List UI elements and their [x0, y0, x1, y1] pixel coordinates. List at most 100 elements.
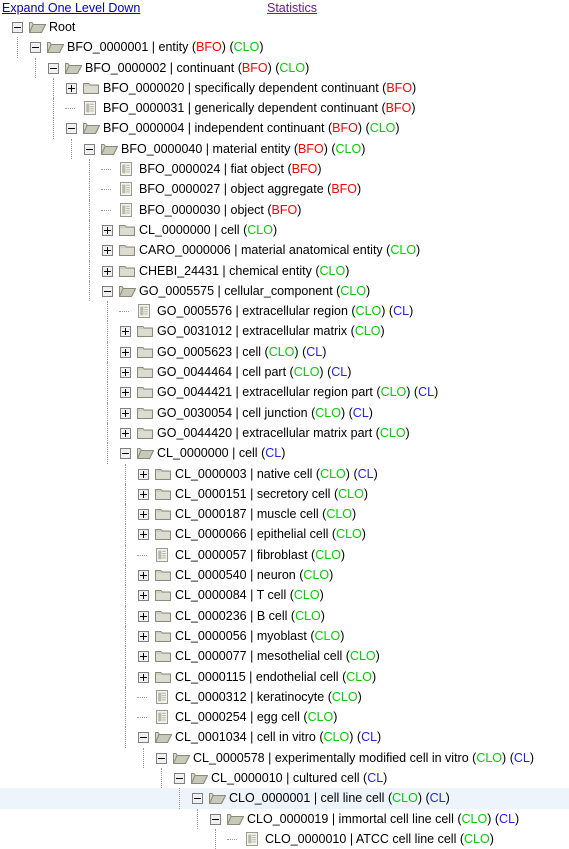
tree-row[interactable]: CL_0000312 | keratinocyte (CLO) [0, 686, 569, 708]
tree-row[interactable]: BFO_0000031 | generically dependent cont… [0, 98, 569, 119]
tree-row[interactable]: CL_0000077 | mesothelial cell (CLO) [0, 646, 569, 667]
tree-row[interactable]: CL_0000057 | fibroblast (CLO) [0, 544, 569, 566]
tree-node-label[interactable]: CL_0001034 | cell in vitro (CLO) (CL) [175, 727, 381, 747]
tree-row[interactable]: CL_0000000 | cell (CLO) [0, 219, 569, 241]
collapse-node-button[interactable] [84, 143, 95, 155]
tree-row[interactable]: CL_0001034 | cell in vitro (CLO) (CL) [0, 727, 569, 748]
tree-row[interactable]: GO_0044464 | cell part (CLO) (CL) [0, 362, 569, 383]
tree-row[interactable]: CHEBI_24431 | chemical entity (CLO) [0, 260, 569, 281]
collapse-node-button[interactable] [120, 448, 131, 460]
tree-node-label[interactable]: CL_0000540 | neuron (CLO) [175, 565, 333, 585]
tree-row[interactable]: CL_0000066 | epithelial cell (CLO) [0, 524, 569, 545]
expand-node-button[interactable] [138, 590, 149, 602]
expand-node-button[interactable] [138, 488, 149, 500]
expand-node-button[interactable] [102, 245, 113, 257]
expand-node-button[interactable] [102, 265, 113, 277]
tree-row[interactable]: CL_0000187 | muscle cell (CLO) [0, 504, 569, 525]
tree-row[interactable]: CLO_0000019 | immortal cell line cell (C… [0, 808, 569, 829]
tree-row[interactable]: BFO_0000030 | object (BFO) [0, 199, 569, 220]
tree-node-label[interactable]: BFO_0000020 | specifically dependent con… [103, 78, 416, 98]
tree-row[interactable]: CL_0000056 | myoblast (CLO) [0, 625, 569, 647]
tree-row[interactable]: BFO_0000001 | entity (BFO) (CLO) [0, 37, 569, 58]
tree-row[interactable]: GO_0030054 | cell junction (CLO) (CL) [0, 402, 569, 423]
tree-node-label[interactable]: CL_0000056 | myoblast (CLO) [175, 626, 344, 646]
tree-row[interactable]: CL_0000254 | egg cell (CLO) [0, 707, 569, 728]
tree-node-label[interactable]: Root [49, 17, 75, 37]
tree-row[interactable]: GO_0005575 | cellular_component (CLO) [0, 280, 569, 302]
tree-row[interactable]: Root [0, 17, 569, 37]
expand-node-button[interactable] [102, 224, 113, 236]
tree-node-label[interactable]: BFO_0000002 | continuant (BFO) (CLO) [85, 58, 309, 78]
collapse-node-button[interactable] [30, 42, 41, 54]
tree-node-label[interactable]: GO_0005576 | extracellular region (CLO) … [157, 301, 413, 321]
expand-node-button[interactable] [120, 326, 131, 338]
tree-node-label[interactable]: CL_0000066 | epithelial cell (CLO) [175, 524, 366, 544]
tree-node-label[interactable]: CLO_0000001 | cell line cell (CLO) (CL) [229, 788, 450, 808]
tree-node-label[interactable]: GO_0005575 | cellular_component (CLO) [139, 281, 370, 301]
tree-node-label[interactable]: CL_0000084 | T cell (CLO) [175, 585, 324, 605]
tree-node-label[interactable]: CL_0000000 | cell (CL) [157, 443, 285, 463]
tree-row[interactable]: CLO_0000001 | cell line cell (CLO) (CL) [0, 788, 569, 809]
tree-node-label[interactable]: CARO_0000006 | material anatomical entit… [139, 240, 420, 260]
tree-row[interactable]: CLO_0000010 | ATCC cell line cell (CLO) [0, 828, 569, 849]
tree-node-label[interactable]: GO_0044421 | extracellular region part (… [157, 382, 438, 402]
tree-node-label[interactable]: BFO_0000031 | generically dependent cont… [103, 98, 416, 118]
tree-node-label[interactable]: GO_0044464 | cell part (CLO) (CL) [157, 362, 351, 382]
tree-node-label[interactable]: CL_0000578 | experimentally modified cel… [193, 748, 534, 768]
tree-row[interactable]: GO_0005623 | cell (CLO) (CL) [0, 341, 569, 363]
tree-row[interactable]: BFO_0000002 | continuant (BFO) (CLO) [0, 57, 569, 78]
expand-node-button[interactable] [138, 509, 149, 521]
tree-node-label[interactable]: CLO_0000010 | ATCC cell line cell (CLO) [265, 829, 494, 849]
collapse-node-button[interactable] [156, 752, 167, 764]
tree-row[interactable]: CL_0000236 | B cell (CLO) [0, 605, 569, 626]
collapse-node-button[interactable] [12, 22, 23, 33]
collapse-node-button[interactable] [48, 62, 59, 74]
tree-row[interactable]: CL_0000010 | cultured cell (CL) [0, 767, 569, 789]
collapse-node-button[interactable] [138, 732, 149, 744]
tree-node-label[interactable]: CL_0000057 | fibroblast (CLO) [175, 545, 345, 565]
tree-row[interactable]: CL_0000540 | neuron (CLO) [0, 565, 569, 586]
expand-node-button[interactable] [138, 610, 149, 622]
expand-node-button[interactable] [66, 82, 77, 94]
tree-node-label[interactable]: BFO_0000040 | material entity (BFO) (CLO… [121, 139, 365, 159]
tree-node-label[interactable]: CL_0000003 | native cell (CLO) (CL) [175, 464, 378, 484]
statistics-link[interactable]: Statistics [267, 1, 317, 15]
expand-node-button[interactable] [120, 387, 131, 399]
collapse-node-button[interactable] [192, 793, 203, 805]
tree-row[interactable]: BFO_0000024 | fiat object (BFO) [0, 159, 569, 180]
tree-node-label[interactable]: CL_0000236 | B cell (CLO) [175, 606, 325, 626]
expand-one-level-down-link[interactable]: Expand One Level Down [2, 1, 140, 15]
tree-row[interactable]: GO_0005576 | extracellular region (CLO) … [0, 301, 569, 322]
tree-row[interactable]: BFO_0000040 | material entity (BFO) (CLO… [0, 138, 569, 160]
tree-node-label[interactable]: GO_0031012 | extracellular matrix (CLO) [157, 321, 385, 341]
expand-node-button[interactable] [138, 529, 149, 541]
tree-node-label[interactable]: BFO_0000024 | fiat object (BFO) [139, 159, 322, 179]
expand-node-button[interactable] [120, 407, 131, 419]
tree-node-label[interactable]: GO_0005623 | cell (CLO) (CL) [157, 342, 326, 362]
tree-node-label[interactable]: CL_0000187 | muscle cell (CLO) [175, 504, 356, 524]
tree-node-label[interactable]: CL_0000312 | keratinocyte (CLO) [175, 687, 362, 707]
tree-node-label[interactable]: CLO_0000019 | immortal cell line cell (C… [247, 809, 519, 829]
tree-row[interactable]: BFO_0000027 | object aggregate (BFO) [0, 179, 569, 200]
tree-node-label[interactable]: CL_0000151 | secretory cell (CLO) [175, 484, 368, 504]
collapse-node-button[interactable] [102, 285, 113, 297]
tree-node-label[interactable]: BFO_0000004 | independent continuant (BF… [103, 118, 400, 138]
expand-node-button[interactable] [138, 651, 149, 663]
tree-row[interactable]: BFO_0000020 | specifically dependent con… [0, 77, 569, 99]
tree-node-label[interactable]: CL_0000254 | egg cell (CLO) [175, 707, 337, 727]
expand-node-button[interactable] [120, 427, 131, 439]
tree-node-label[interactable]: CL_0000000 | cell (CLO) [139, 220, 277, 240]
tree-row[interactable]: CL_0000084 | T cell (CLO) [0, 585, 569, 606]
collapse-node-button[interactable] [210, 813, 221, 825]
expand-node-button[interactable] [138, 630, 149, 642]
tree-node-label[interactable]: CHEBI_24431 | chemical entity (CLO) [139, 261, 349, 281]
tree-node-label[interactable]: CL_0000077 | mesothelial cell (CLO) [175, 646, 380, 666]
tree-node-label[interactable]: BFO_0000027 | object aggregate (BFO) [139, 179, 361, 199]
expand-node-button[interactable] [120, 346, 131, 358]
tree-row[interactable]: GO_0031012 | extracellular matrix (CLO) [0, 321, 569, 342]
tree-node-label[interactable]: GO_0044420 | extracellular matrix part (… [157, 423, 410, 443]
expand-node-button[interactable] [138, 468, 149, 480]
collapse-node-button[interactable] [174, 772, 185, 784]
expand-node-button[interactable] [138, 671, 149, 683]
tree-row[interactable]: CL_0000003 | native cell (CLO) (CL) [0, 463, 569, 484]
